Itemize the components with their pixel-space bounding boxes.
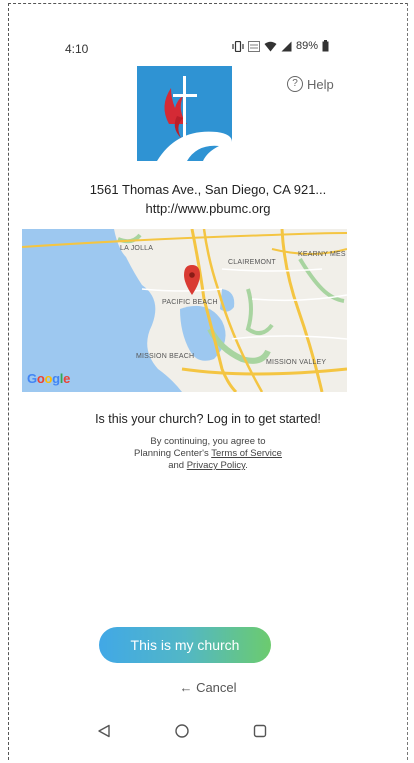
legal-line-1: By continuing, you agree to	[150, 436, 266, 447]
status-icons: 89%	[232, 40, 329, 52]
legal-line-3-suffix: .	[245, 460, 248, 471]
map-label-clairemont: CLAIREMONT	[228, 259, 276, 266]
confirm-prompt: Is this your church? Log in to get start…	[95, 412, 321, 426]
map-label-pacific-beach: PACIFIC BEACH	[162, 299, 218, 306]
nav-back-button[interactable]	[93, 720, 115, 742]
nav-home-icon	[175, 724, 189, 738]
this-is-my-church-button[interactable]: This is my church	[99, 627, 271, 663]
legal-line-2: Planning Center's Terms of Service	[9, 448, 407, 460]
phone-screen: 4:10 89% ? Help 1561 Thomas Ave., San Di…	[8, 3, 408, 760]
battery-icon	[322, 40, 329, 52]
nav-back-icon	[98, 724, 110, 738]
nav-recents-button[interactable]	[249, 720, 271, 742]
legal-line-3: and Privacy Policy.	[9, 460, 407, 472]
nav-home-button[interactable]	[171, 720, 193, 742]
status-bar: 4:10 89%	[9, 38, 407, 60]
church-map[interactable]: LA JOLLA CLAIREMONT KEARNY MES PACIFIC B…	[22, 229, 347, 392]
google-logo: Google	[27, 371, 71, 386]
legal-line-2-prefix: Planning Center's	[134, 448, 212, 459]
battery-percent: 89%	[295, 40, 318, 52]
cancel-button[interactable]: ← Cancel	[9, 680, 407, 695]
nav-recents-icon	[253, 724, 267, 738]
signal-icon	[281, 41, 292, 51]
vibrate-icon	[232, 40, 244, 52]
map-label-mission-beach: MISSION BEACH	[136, 353, 195, 360]
help-button[interactable]: ? Help	[287, 76, 334, 92]
church-address: 1561 Thomas Ave., San Diego, CA 921...	[89, 182, 327, 197]
church-website[interactable]: http://www.pbumc.org	[9, 201, 407, 216]
status-time: 4:10	[65, 42, 89, 56]
church-logo	[137, 66, 232, 161]
map-label-mission-valley: MISSION VALLEY	[266, 359, 327, 366]
privacy-policy-link[interactable]: Privacy Policy	[187, 460, 245, 471]
terms-of-service-link[interactable]: Terms of Service	[211, 448, 282, 459]
methodist-cross-flame-icon	[137, 66, 232, 161]
legal-notice: By continuing, you agree to Planning Cen…	[9, 436, 407, 472]
legal-line-3-prefix: and	[168, 460, 187, 471]
help-label: Help	[307, 76, 334, 92]
map-label-kearny-mesa: KEARNY MES	[298, 251, 346, 258]
system-nav-bar	[9, 720, 407, 742]
map-label-la-jolla: LA JOLLA	[120, 245, 154, 252]
help-circle-icon: ?	[287, 76, 303, 92]
wifi-icon	[264, 41, 277, 51]
data-speed-icon	[248, 40, 260, 52]
